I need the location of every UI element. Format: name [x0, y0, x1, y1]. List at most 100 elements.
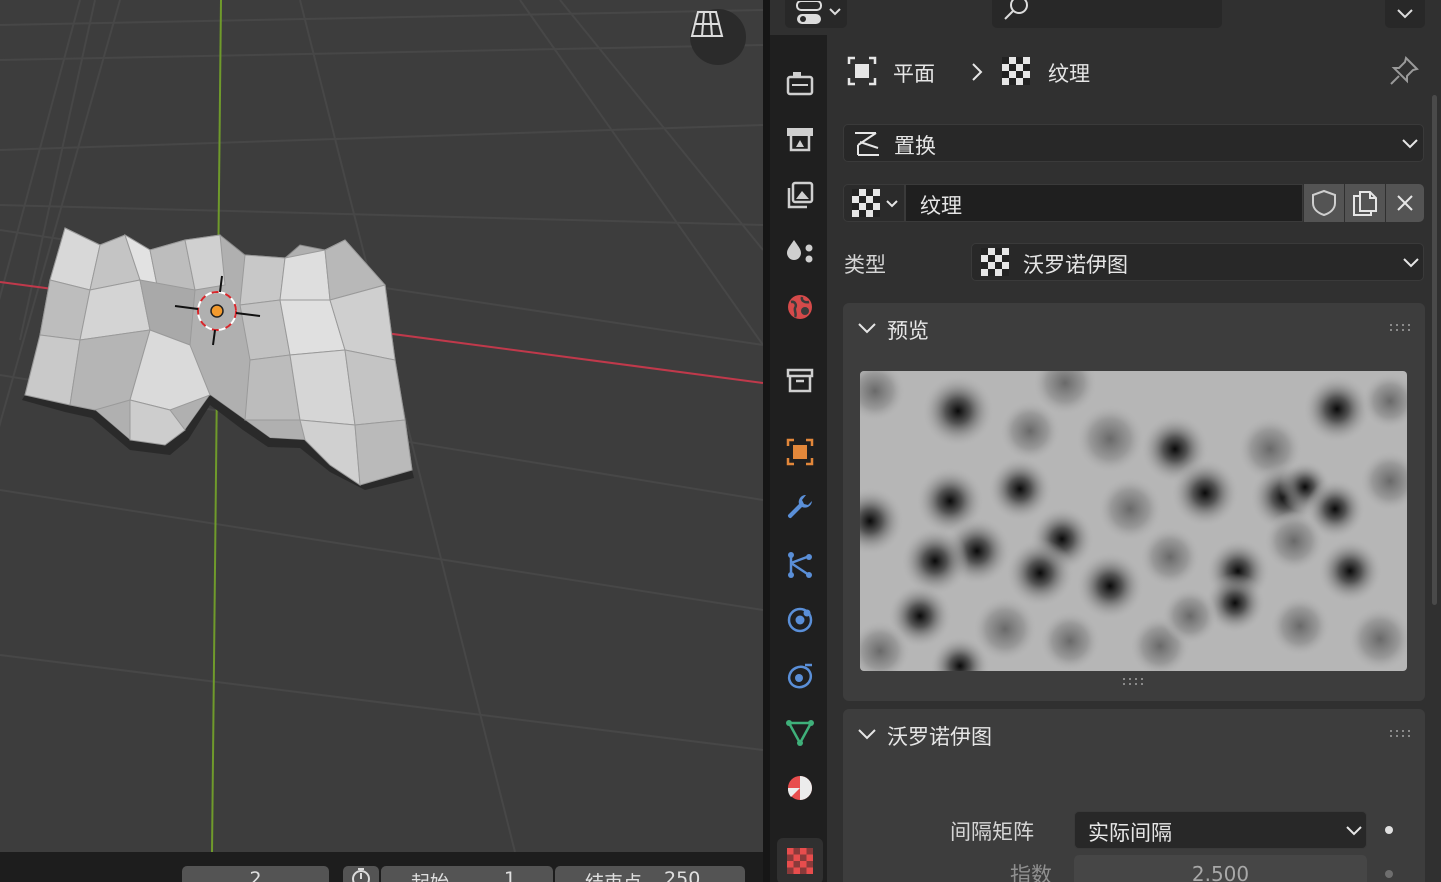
breadcrumb-object-name: 平面 [893, 62, 935, 86]
tab-material[interactable] [777, 765, 823, 811]
current-frame-value: 2 [249, 868, 262, 882]
texture-icon [787, 848, 813, 874]
browse-texture-button[interactable] [843, 184, 905, 222]
constraints-icon [787, 663, 813, 689]
displaced-plane-mesh[interactable] [22, 227, 414, 490]
texture-type-value: 沃罗诺伊图 [1023, 253, 1128, 277]
tab-physics[interactable] [777, 597, 823, 643]
preview-panel: 预览 [843, 303, 1425, 701]
chevron-right-icon [972, 63, 983, 81]
object-bounds-icon [847, 56, 877, 86]
end-frame-value: 250 [664, 868, 701, 882]
modifier-wrench-icon [787, 494, 812, 519]
end-frame-field[interactable]: 结束点 250 [555, 866, 745, 882]
area-divider[interactable] [763, 0, 770, 882]
breadcrumb-texture-name: 纹理 [1048, 62, 1090, 86]
checker-texture-icon [852, 189, 880, 217]
pin-icon[interactable] [1388, 55, 1420, 87]
properties-header [770, 0, 1441, 35]
toggle-perspective-button[interactable] [690, 9, 746, 65]
chevron-down-icon [858, 323, 876, 334]
tab-texture[interactable] [777, 838, 823, 882]
physics-icon [787, 607, 813, 633]
displace-modifier-icon [855, 132, 879, 156]
distance-metric-label: 间隔矩阵 [950, 820, 1034, 844]
viewport-scene [0, 0, 763, 852]
object-data-icon [786, 720, 814, 746]
voronoi-panel: 沃罗诺伊图 间隔矩阵 实际间隔 指数 2.500 [843, 709, 1425, 882]
properties-content: 平面 纹理 置换 纹理 类型 沃罗诺伊图 预览 沃罗诺伊图 间隔矩阵 实际间隔 … [827, 35, 1441, 882]
exponent-value: 2.500 [1191, 862, 1250, 882]
chevron-down-icon [1346, 826, 1362, 836]
start-frame-value: 1 [504, 868, 517, 882]
unlink-texture-button[interactable] [1386, 184, 1424, 222]
timeline-header: 2 起始 1 结束点 250 [0, 852, 770, 882]
object-icon [786, 438, 814, 466]
texture-preview-image [860, 371, 1407, 671]
tab-constraints[interactable] [777, 653, 823, 699]
properties-editor-icon [796, 1, 841, 24]
texture-type-dropdown[interactable]: 沃罗诺伊图 [971, 243, 1424, 281]
properties-scrollbar[interactable] [1432, 95, 1437, 605]
texture-name-field[interactable]: 纹理 [905, 184, 1303, 222]
type-label: 类型 [844, 253, 886, 277]
exponent-label: 指数 [1010, 863, 1052, 882]
material-icon [787, 776, 812, 800]
tab-object-data[interactable] [777, 709, 823, 755]
tab-world[interactable] [777, 284, 823, 330]
chevron-down-icon [1397, 9, 1413, 19]
tool-icon [786, 72, 814, 96]
voronoi-panel-header[interactable]: 沃罗诺伊图 [843, 709, 1425, 759]
shield-icon [1312, 189, 1336, 217]
duplicate-icon [1353, 191, 1377, 216]
options-dropdown-button[interactable] [1385, 0, 1425, 28]
tab-render[interactable] [777, 116, 823, 162]
end-frame-label: 结束点 [585, 868, 642, 882]
chevron-down-icon [858, 729, 876, 740]
3d-viewport[interactable] [0, 0, 763, 852]
world-icon [788, 295, 812, 319]
checker-texture-icon [981, 248, 1009, 276]
current-frame-field[interactable]: 2 [182, 866, 329, 882]
texture-name-value: 纹理 [920, 194, 962, 218]
view-layer-icon [787, 240, 813, 263]
drag-handle-icon[interactable] [1389, 729, 1413, 739]
voronoi-panel-title: 沃罗诺伊图 [887, 725, 992, 749]
collection-icon [786, 368, 814, 393]
preview-panel-title: 预览 [887, 319, 929, 343]
tab-tool[interactable] [777, 60, 823, 106]
texture-user-label: 置换 [894, 134, 936, 158]
tab-collection[interactable] [777, 357, 823, 403]
tab-particles[interactable] [777, 541, 823, 587]
search-icon [1004, 0, 1028, 20]
editor-type-button[interactable] [785, 0, 847, 28]
preview-panel-header[interactable]: 预览 [843, 303, 1425, 353]
tab-modifiers[interactable] [777, 485, 823, 531]
particles-icon [788, 552, 812, 578]
exponent-field[interactable]: 2.500 [1074, 855, 1367, 882]
texture-user-dropdown[interactable]: 置换 [843, 124, 1424, 162]
chevron-down-icon [1403, 258, 1419, 268]
duplicate-texture-button[interactable] [1345, 184, 1385, 222]
drag-handle-icon[interactable] [1389, 323, 1413, 333]
animate-property-dot[interactable] [1385, 826, 1393, 834]
resize-handle-icon[interactable] [1122, 677, 1146, 687]
distance-metric-dropdown[interactable]: 实际间隔 [1074, 811, 1367, 849]
tab-output[interactable] [777, 172, 823, 218]
properties-tab-bar [770, 35, 827, 882]
close-icon [1397, 195, 1413, 211]
animate-property-dot[interactable] [1385, 870, 1393, 878]
chevron-down-icon [1402, 139, 1418, 149]
tab-object[interactable] [777, 429, 823, 475]
start-frame-field[interactable]: 起始 1 [381, 866, 553, 882]
start-frame-label: 起始 [411, 868, 449, 882]
render-icon [787, 128, 813, 152]
playback-clock-button[interactable] [343, 866, 379, 882]
grid-perspective-icon [690, 11, 724, 37]
properties-search-input[interactable] [992, 0, 1222, 28]
tab-view-layer[interactable] [777, 228, 823, 274]
y-axis-line [211, 0, 222, 852]
checker-texture-icon [1002, 57, 1030, 85]
fake-user-button[interactable] [1304, 184, 1344, 222]
stopwatch-icon [352, 868, 370, 882]
